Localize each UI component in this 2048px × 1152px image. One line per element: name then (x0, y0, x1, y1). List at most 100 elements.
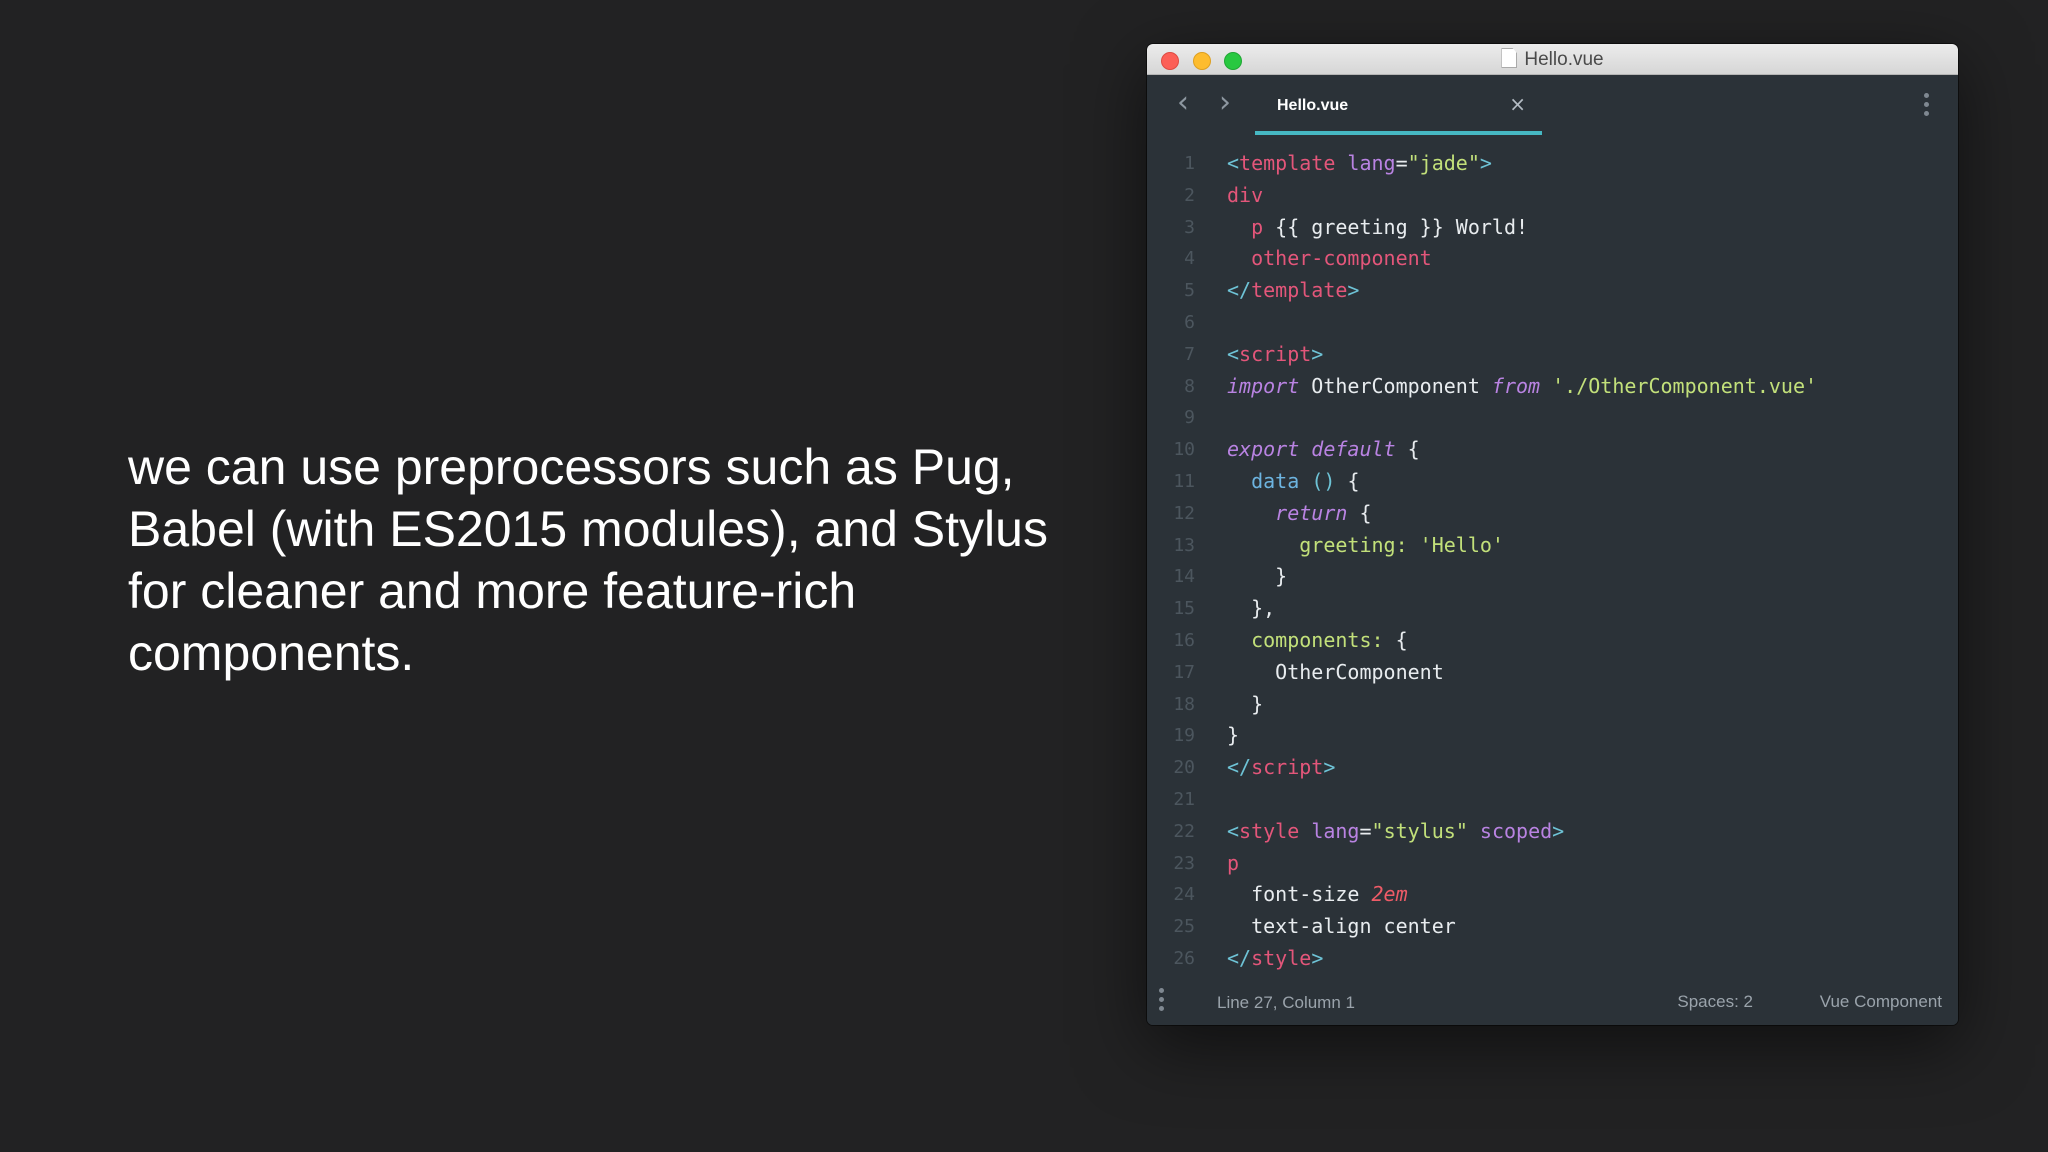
code-text: return { (1227, 498, 1371, 530)
code-text: components: { (1227, 625, 1408, 657)
code-token: </ (1227, 278, 1252, 303)
code-token: > (1323, 755, 1336, 780)
code-token: template (1251, 278, 1348, 303)
line-number: 14 (1173, 566, 1195, 588)
code-text: } (1227, 689, 1263, 721)
code-token: OtherComponent (1299, 373, 1492, 398)
panel-toggle-icon[interactable] (1159, 988, 1164, 1015)
code-token: template (1239, 151, 1336, 175)
line-number: 16 (1173, 629, 1195, 651)
more-vertical-icon[interactable] (1924, 93, 1930, 120)
code-line[interactable]: 2 div (1147, 180, 1958, 212)
code-token: scoped (1479, 818, 1553, 843)
code-line[interactable]: 8 import OtherComponent from './OtherComp… (1147, 371, 1958, 403)
code-line[interactable]: 26 </style> (1147, 943, 1958, 975)
line-number: 7 (1184, 343, 1195, 365)
code-token: import (1227, 373, 1300, 398)
code-line[interactable]: 19} (1147, 720, 1958, 752)
line-number: 6 (1184, 311, 1195, 333)
line-number: 21 (1173, 788, 1195, 810)
line-number: 1 (1184, 153, 1195, 174)
code-line[interactable]: 5 </template> (1147, 275, 1958, 307)
code-line[interactable]: 9 (1147, 402, 1958, 434)
code-token: greeting: (1299, 532, 1408, 557)
code-text: <script> (1227, 339, 1323, 371)
chevron-left-icon[interactable]: ‹ (1177, 85, 1189, 120)
code-line[interactable]: 11 data () { (1147, 466, 1958, 498)
code-token: } (1227, 723, 1240, 748)
slide-text: we can use preprocessors such as Pug, Ba… (128, 439, 1048, 681)
window-title: Hello.vue (1147, 48, 1958, 71)
code-text: export default { (1227, 434, 1420, 466)
code-line[interactable]: 1 <template lang="jade"> (1147, 148, 1958, 180)
code-line[interactable]: 25 text-align center (1147, 911, 1958, 943)
code-token: </ (1227, 945, 1252, 970)
line-number: 24 (1173, 884, 1195, 906)
code-token: } (1227, 564, 1288, 589)
code-line[interactable]: 17 OtherComponent (1147, 657, 1958, 689)
code-token: "jade" (1407, 151, 1480, 175)
code-token: font-size (1227, 882, 1372, 907)
code-line[interactable]: 20 </script> (1147, 752, 1958, 784)
code-text: greeting: 'Hello' (1227, 530, 1504, 562)
code-line[interactable]: 18 } (1147, 689, 1958, 721)
code-token: "stylus" (1371, 818, 1468, 843)
code-line[interactable]: 10 export default { (1147, 434, 1958, 466)
code-text: } (1227, 720, 1239, 752)
code-token: p (1227, 850, 1240, 875)
code-line[interactable]: 23 p (1147, 848, 1958, 880)
code-text: other-component (1227, 243, 1432, 275)
code-line[interactable]: 15 }, (1147, 593, 1958, 625)
code-token: text-align center (1227, 914, 1456, 939)
code-line[interactable]: 3 p {{ greeting }} World! (1147, 212, 1958, 244)
code-token: > (1479, 151, 1492, 175)
code-text: <style lang="stylus" scoped> (1227, 816, 1564, 848)
code-line[interactable]: 4 other-component (1147, 243, 1958, 275)
code-line[interactable]: 22 <style lang="stylus" scoped> (1147, 816, 1958, 848)
close-icon[interactable]: × (1509, 92, 1526, 116)
code-text: font-size 2em (1227, 879, 1408, 911)
code-token: lang (1347, 151, 1396, 175)
tab-bar: ‹ › Hello.vue × (1147, 75, 1958, 135)
code-token: }, (1227, 596, 1276, 621)
editor-window: Hello.vue ‹ › Hello.vue × 1 <template lan… (1147, 44, 1958, 1025)
code-line[interactable]: 13 greeting: 'Hello' (1147, 530, 1958, 562)
code-line[interactable]: 24 font-size 2em (1147, 879, 1958, 911)
code-token: > (1552, 818, 1565, 843)
line-number: 2 (1184, 184, 1195, 206)
code-text: } (1227, 561, 1287, 593)
code-token: return (1275, 500, 1348, 525)
code-text: <template lang="jade"> (1227, 148, 1492, 180)
code-line[interactable]: 16 components: { (1147, 625, 1958, 657)
code-token: </ (1227, 755, 1252, 780)
chevron-right-icon[interactable]: › (1219, 85, 1231, 120)
code-token: < (1227, 151, 1240, 175)
cursor-position[interactable]: Line 27, Column 1 (1217, 993, 1355, 1013)
line-number: 11 (1173, 470, 1195, 492)
code-token: = (1395, 151, 1408, 175)
code-line[interactable]: 12 return { (1147, 498, 1958, 530)
syntax-setting[interactable]: Vue Component (1820, 992, 1942, 1012)
code-token: default (1311, 437, 1396, 462)
code-token: div (1227, 182, 1264, 207)
code-line[interactable]: 14 } (1147, 561, 1958, 593)
code-line[interactable]: 7 <script> (1147, 339, 1958, 371)
code-text: text-align center (1227, 911, 1456, 943)
code-editor[interactable]: 1 <template lang="jade"> 2 div 3 p {{ greeti… (1147, 148, 1958, 975)
tab-hello-vue[interactable]: Hello.vue × (1255, 75, 1542, 135)
code-token: 'Hello' (1419, 532, 1504, 557)
code-token: < (1227, 341, 1240, 366)
code-line[interactable]: 6 (1147, 307, 1958, 339)
code-token: > (1347, 278, 1360, 303)
indentation-setting[interactable]: Spaces: 2 (1677, 992, 1753, 1012)
code-line[interactable]: 21 (1147, 784, 1958, 816)
